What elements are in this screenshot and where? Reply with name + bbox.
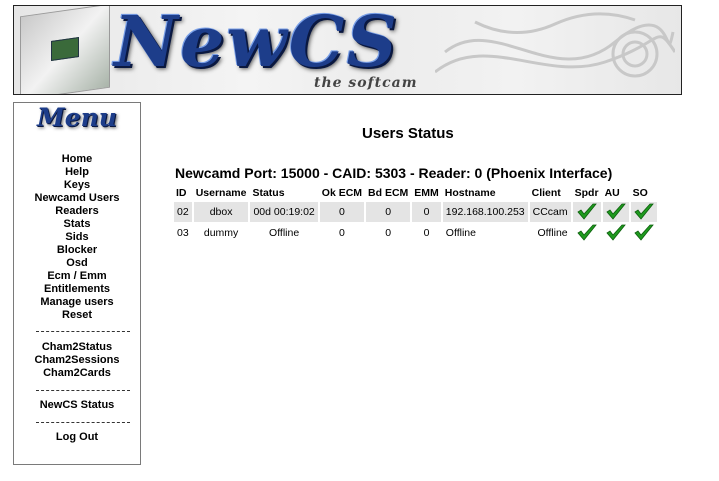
col-header-emm: EMM <box>414 187 439 199</box>
menu-group-main: Home Help Keys Newcamd Users Readers Sta… <box>14 153 140 322</box>
check-icon <box>633 203 654 221</box>
cell-so <box>631 223 657 243</box>
menu-item-entitlements[interactable]: Entitlements <box>14 283 140 296</box>
check-icon <box>576 203 597 221</box>
cell-au <box>603 223 629 243</box>
menu-item-ecm-emm[interactable]: Ecm / Emm <box>14 270 140 283</box>
cell-client: CCcam <box>529 202 571 222</box>
menu-item-manage-users[interactable]: Manage users <box>14 296 140 309</box>
table-row: 02 dbox 00d 00:19:02 0 0 0 192.168.100.2… <box>174 202 657 222</box>
menu-item-newcamd-users[interactable]: Newcamd Users <box>14 192 140 205</box>
cell-status: 00d 00:19:02 <box>250 202 318 222</box>
col-header-so: SO <box>632 187 648 199</box>
cell-client: Offline <box>537 227 568 239</box>
sidebar-menu: Menu Home Help Keys Newcamd Users Reader… <box>13 102 141 465</box>
decorative-swirl <box>435 12 675 78</box>
menu-item-osd[interactable]: Osd <box>14 257 140 270</box>
check-icon <box>605 224 626 242</box>
app-tagline: the softcam <box>314 75 418 91</box>
col-header-au: AU <box>604 187 620 199</box>
check-icon <box>576 224 597 242</box>
menu-item-readers[interactable]: Readers <box>14 205 140 218</box>
menu-item-log-out[interactable]: Log Out <box>14 431 140 444</box>
cell-ok-ecm: 0 <box>319 202 365 222</box>
cell-so <box>630 202 657 222</box>
cell-hostname: 192.168.100.253 <box>442 202 528 222</box>
menu-item-reset[interactable]: Reset <box>14 309 140 322</box>
cell-id: 02 <box>174 202 192 222</box>
port-info: Newcamd Port: 15000 - CAID: 5303 - Reade… <box>175 165 613 181</box>
header-banner: NewCS the softcam <box>13 5 682 95</box>
menu-item-newcs-status[interactable]: NewCS Status <box>14 399 140 412</box>
cell-status: Offline <box>269 227 300 239</box>
col-header-client: Client <box>531 187 561 199</box>
col-header-hostname: Hostname <box>444 187 496 199</box>
menu-divider <box>36 331 130 332</box>
menu-item-help[interactable]: Help <box>14 166 140 179</box>
page-title: Users Status <box>362 125 454 142</box>
menu-title: Menu <box>37 103 117 132</box>
col-header-status: Status <box>252 187 285 199</box>
table-header-row: ID Username Status Ok ECM Bd ECM EMM Hos… <box>174 185 657 201</box>
col-header-bd-ecm: Bd ECM <box>368 187 409 199</box>
cell-spdr <box>573 223 601 243</box>
cell-username: dbox <box>193 202 249 222</box>
cell-emm: 0 <box>412 202 441 222</box>
menu-item-cham2cards[interactable]: Cham2Cards <box>14 367 140 380</box>
cell-au <box>602 202 629 222</box>
menu-divider <box>36 422 130 423</box>
cell-spdr <box>572 202 601 222</box>
cell-bd-ecm: 0 <box>366 202 411 222</box>
cell-ok-ecm: 0 <box>338 227 345 239</box>
menu-item-keys[interactable]: Keys <box>14 179 140 192</box>
menu-item-blocker[interactable]: Blocker <box>14 244 140 257</box>
menu-item-home[interactable]: Home <box>14 153 140 166</box>
cell-username: dummy <box>203 227 239 239</box>
menu-item-sids[interactable]: Sids <box>14 231 140 244</box>
table-row: 03 dummy Offline 0 0 0 Offline Offline <box>174 223 657 243</box>
menu-item-cham2status[interactable]: Cham2Status <box>14 341 140 354</box>
cell-hostname: Offline <box>445 227 476 239</box>
col-header-username: Username <box>195 187 247 199</box>
users-table: ID Username Status Ok ECM Bd ECM EMM Hos… <box>172 184 659 244</box>
menu-group-logout: Log Out <box>14 431 140 444</box>
app-logo-text: NewCS <box>114 5 400 83</box>
menu-group-cham2: Cham2Status Cham2Sessions Cham2Cards <box>14 341 140 380</box>
cell-bd-ecm: 0 <box>385 227 392 239</box>
menu-group-status: NewCS Status <box>14 399 140 412</box>
check-icon <box>605 203 626 221</box>
col-header-id: ID <box>176 187 187 199</box>
menu-item-stats[interactable]: Stats <box>14 218 140 231</box>
cell-id: 03 <box>177 227 189 239</box>
cell-emm: 0 <box>423 227 430 239</box>
col-header-ok-ecm: Ok ECM <box>321 187 363 199</box>
menu-divider <box>36 390 130 391</box>
device-icon <box>20 6 110 94</box>
check-icon <box>633 224 654 242</box>
menu-item-cham2sessions[interactable]: Cham2Sessions <box>14 354 140 367</box>
col-header-spdr: Spdr <box>574 187 599 199</box>
